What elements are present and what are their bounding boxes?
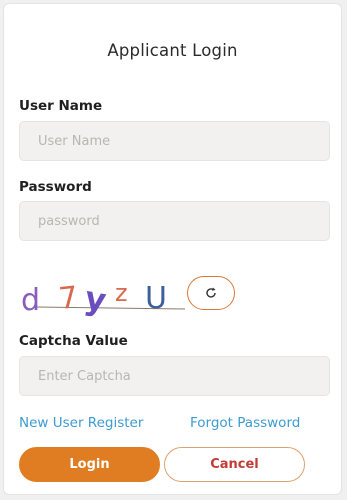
forgot-password-link[interactable]: Forgot Password bbox=[190, 415, 300, 431]
captcha-refresh-button[interactable] bbox=[187, 276, 235, 310]
captcha-char-4: z bbox=[115, 279, 128, 307]
page-title: Applicant Login bbox=[107, 41, 238, 60]
password-input[interactable] bbox=[19, 201, 330, 241]
captcha-input[interactable] bbox=[19, 356, 330, 396]
username-input[interactable] bbox=[19, 121, 330, 161]
captcha-char-1: d bbox=[21, 283, 40, 318]
username-label: User Name bbox=[19, 98, 103, 114]
captcha-char-5: U bbox=[145, 281, 167, 316]
captcha-image: d 7 y z U bbox=[21, 279, 186, 318]
cancel-button[interactable]: Cancel bbox=[164, 447, 305, 482]
captcha-char-3: y bbox=[82, 279, 109, 318]
login-card: Applicant Login User Name Password d 7 y… bbox=[3, 3, 342, 495]
captcha-label: Captcha Value bbox=[19, 333, 128, 349]
refresh-icon bbox=[206, 287, 216, 298]
password-label: Password bbox=[19, 179, 92, 195]
login-button[interactable]: Login bbox=[19, 447, 160, 482]
captcha-char-2: 7 bbox=[57, 280, 80, 317]
new-user-register-link[interactable]: New User Register bbox=[19, 415, 143, 431]
